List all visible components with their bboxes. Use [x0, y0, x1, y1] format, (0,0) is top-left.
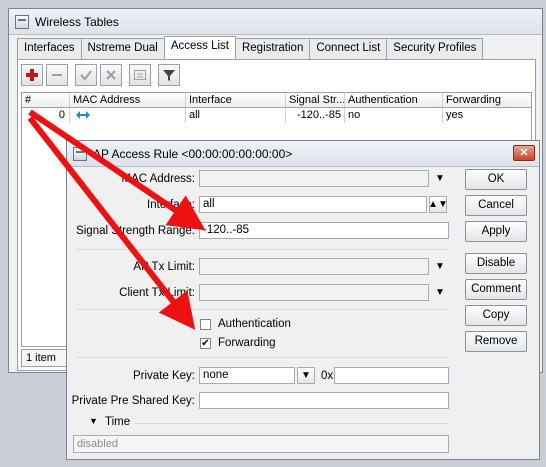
mac-address-label: MAC Address:: [121, 173, 196, 185]
dialog-title: AP Access Rule <00:00:00:00:00:00>: [93, 146, 293, 161]
dropdown-arrow-icon: ▲▼: [428, 199, 448, 210]
dialog-app-icon: [73, 146, 87, 161]
separator: [77, 357, 449, 358]
authentication-checkbox[interactable]: [200, 319, 211, 330]
tab-connect-list[interactable]: Connect List: [309, 38, 388, 59]
column-header-authentication[interactable]: Authentication: [345, 93, 443, 107]
add-button[interactable]: [21, 64, 43, 86]
main-window-title: Wireless Tables: [35, 14, 119, 29]
ap-access-rule-dialog: AP Access Rule <00:00:00:00:00:00> ✕ MAC…: [66, 140, 540, 460]
private-psk-input[interactable]: [199, 392, 449, 409]
column-header-index[interactable]: #: [22, 93, 70, 107]
window-app-icon: [15, 14, 29, 29]
time-section-label[interactable]: Time: [105, 416, 130, 428]
ap-tx-limit-input[interactable]: [199, 258, 429, 275]
authentication-label: Authentication: [218, 318, 291, 330]
ap-tx-limit-label: AP Tx Limit:: [133, 261, 195, 273]
cell-mac: [70, 108, 186, 123]
table-header: # MAC Address Interface Signal Str... Au…: [22, 93, 531, 108]
close-icon: ✕: [519, 147, 529, 159]
mac-address-input[interactable]: [199, 170, 429, 187]
dropdown-arrow-icon: ▼: [435, 261, 445, 272]
client-tx-limit-dropdown[interactable]: ▼: [431, 284, 449, 301]
disable-rule-button[interactable]: Disable: [465, 253, 527, 274]
private-key-label: Private Key:: [133, 370, 195, 382]
ok-button[interactable]: OK: [465, 169, 527, 190]
dialog-status-bar: disabled: [73, 435, 449, 453]
private-key-dropdown[interactable]: ▼: [297, 367, 315, 384]
cell-authentication: no: [345, 108, 443, 123]
interface-dropdown[interactable]: ▲▼: [428, 196, 448, 213]
minus-icon: [52, 74, 62, 76]
cell-interface: all: [186, 108, 286, 123]
column-header-interface[interactable]: Interface: [186, 93, 286, 107]
separator: [77, 249, 449, 250]
private-key-hex-input[interactable]: [334, 367, 449, 384]
checkmark-icon: ✔: [201, 338, 210, 349]
tab-strip: Interfaces Nstreme Dual Access List Regi…: [17, 36, 484, 59]
private-key-select[interactable]: none: [199, 367, 295, 384]
comment-button[interactable]: [129, 64, 151, 86]
cell-signal: -120..-85: [286, 108, 345, 123]
column-header-signal[interactable]: Signal Str...: [286, 93, 345, 107]
tab-security-profiles[interactable]: Security Profiles: [386, 38, 484, 59]
column-header-forwarding[interactable]: Forwarding: [443, 93, 531, 107]
dropdown-arrow-icon: ▼: [435, 287, 445, 298]
dropdown-arrow-icon: ▼: [301, 370, 311, 381]
collapse-triangle-icon[interactable]: ▼: [89, 416, 98, 426]
copy-button[interactable]: Copy: [465, 305, 527, 326]
signal-strength-label: Signal Strength Range:: [76, 225, 195, 237]
hex-prefix-label: 0x: [321, 370, 334, 382]
close-button[interactable]: ✕: [513, 145, 535, 161]
disable-button[interactable]: [100, 64, 122, 86]
remove-rule-button[interactable]: Remove: [465, 331, 527, 352]
filter-button[interactable]: [158, 64, 180, 86]
comment-rule-button[interactable]: Comment: [465, 279, 527, 300]
remove-button[interactable]: [46, 64, 68, 86]
table-row[interactable]: 0 all -120..-85 no yes: [22, 108, 531, 123]
forwarding-label: Forwarding: [218, 337, 276, 349]
comment-icon: [134, 70, 146, 80]
cancel-button[interactable]: Cancel: [465, 195, 527, 216]
tab-nstreme-dual[interactable]: Nstreme Dual: [80, 38, 165, 59]
client-tx-limit-label: Client Tx Limit:: [119, 287, 195, 299]
forwarding-checkbox[interactable]: ✔: [200, 338, 211, 349]
dropdown-arrow-icon: ▼: [435, 173, 445, 184]
tab-registration[interactable]: Registration: [234, 38, 311, 59]
separator: [77, 309, 449, 310]
client-tx-limit-input[interactable]: [199, 284, 429, 301]
tab-access-list[interactable]: Access List: [163, 36, 236, 59]
cross-icon: [106, 70, 116, 80]
toolbar: [21, 64, 180, 86]
mac-address-icon: [76, 110, 90, 119]
separator: [135, 423, 449, 424]
interface-select[interactable]: all: [199, 196, 427, 213]
apply-button[interactable]: Apply: [465, 221, 527, 242]
check-icon: [80, 70, 92, 81]
cell-forwarding: yes: [446, 109, 464, 121]
mac-address-dropdown[interactable]: ▼: [431, 170, 449, 187]
signal-strength-input[interactable]: -120..-85: [199, 222, 449, 239]
main-titlebar[interactable]: Wireless Tables: [9, 9, 542, 35]
cell-index: 0: [22, 108, 70, 123]
plus-icon: [26, 69, 38, 81]
ap-tx-limit-dropdown[interactable]: ▼: [431, 258, 449, 275]
tab-interfaces[interactable]: Interfaces: [17, 38, 82, 59]
filter-icon: [163, 70, 175, 81]
column-header-mac[interactable]: MAC Address: [70, 93, 186, 107]
interface-label: Interface:: [147, 199, 195, 211]
private-psk-label: Private Pre Shared Key:: [71, 395, 195, 407]
enable-button[interactable]: [75, 64, 97, 86]
dialog-titlebar[interactable]: AP Access Rule <00:00:00:00:00:00>: [67, 141, 539, 167]
